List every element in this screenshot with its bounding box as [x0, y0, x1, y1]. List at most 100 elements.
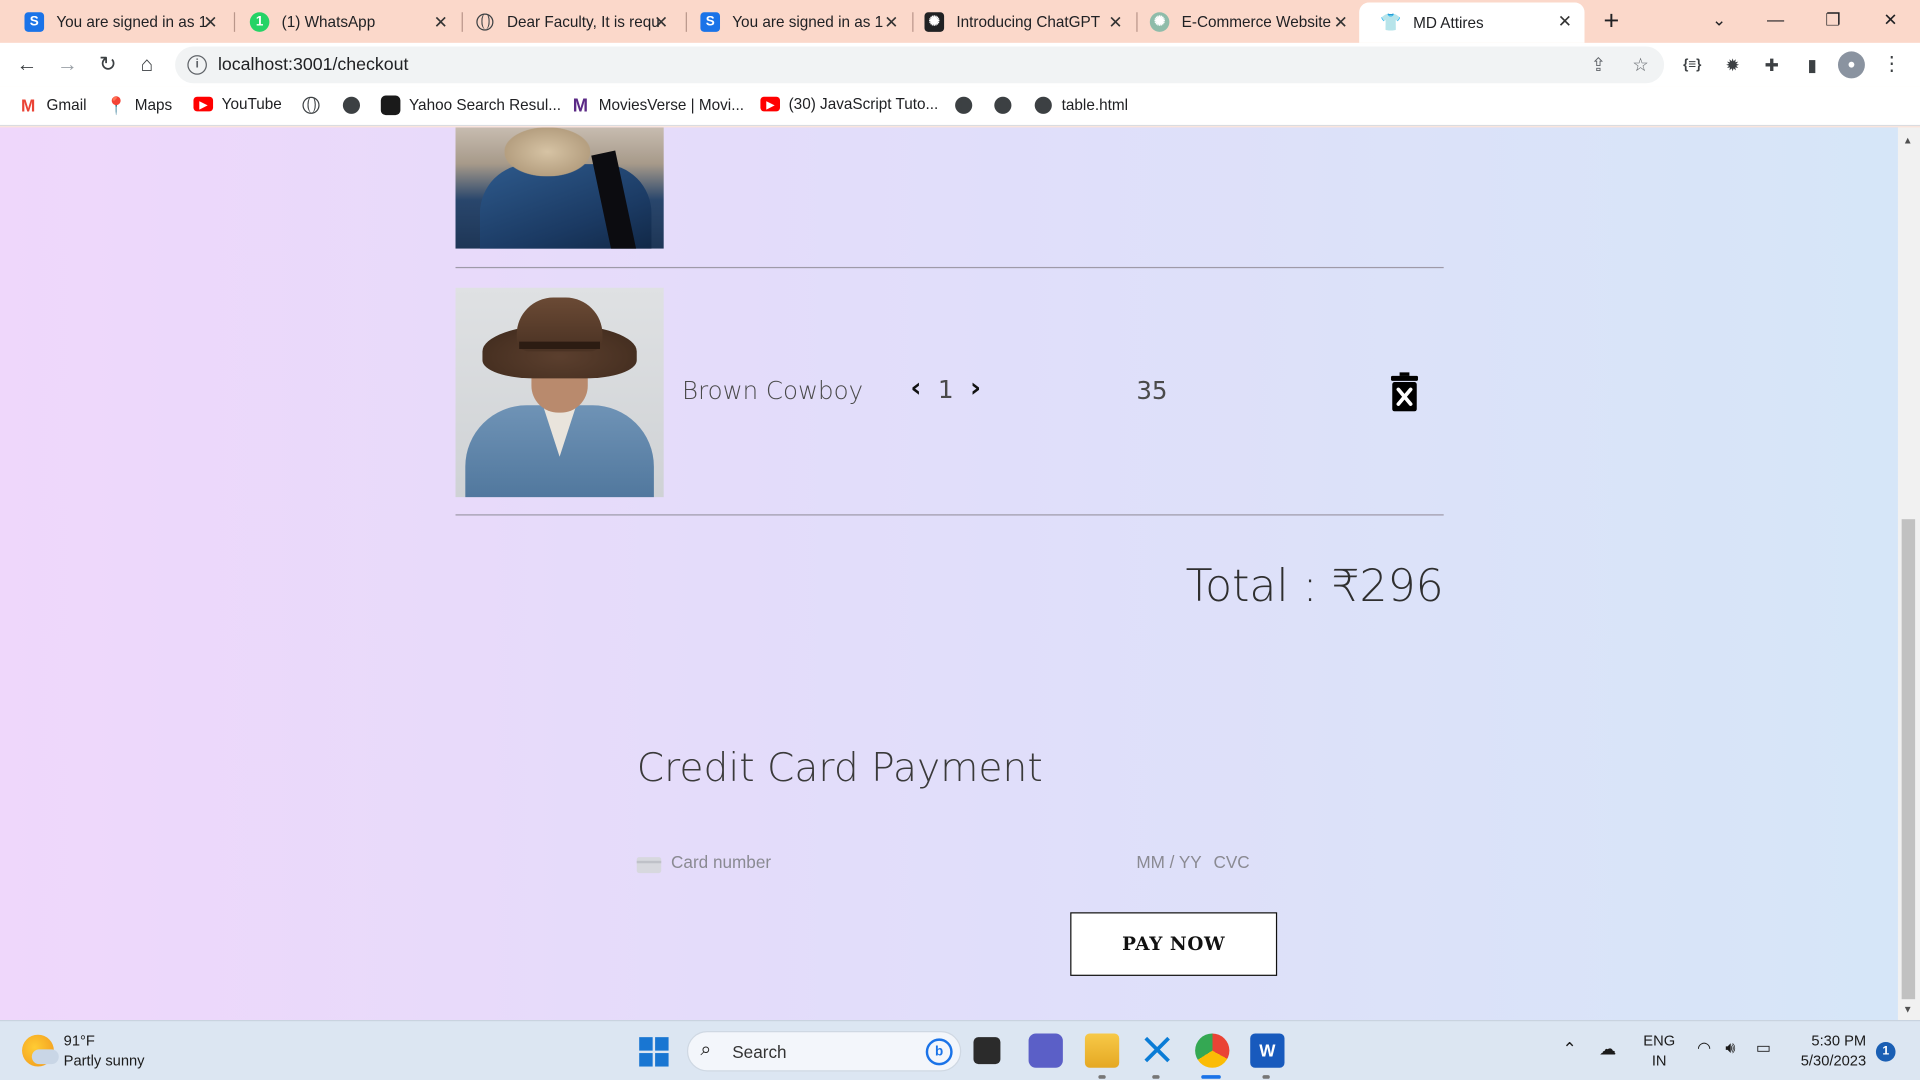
- restore-icon[interactable]: ❐: [1805, 5, 1861, 34]
- checkout-page: Brown Cowboy ‹ 1 › 35 Total : ₹296 Credi…: [0, 127, 1898, 1021]
- taskbar-search[interactable]: ⌕ Search b: [686, 1031, 962, 1072]
- close-tab-icon[interactable]: ✕: [1331, 12, 1351, 32]
- close-tab-icon[interactable]: ✕: [1106, 12, 1126, 32]
- extension-bug-icon[interactable]: ✹: [1719, 51, 1746, 78]
- card-element: [636, 847, 1274, 881]
- show-hidden-icons[interactable]: ⌃: [1562, 1038, 1576, 1059]
- chatgpt-icon: ✺: [1149, 11, 1170, 32]
- language-indicator[interactable]: ENG IN: [1643, 1031, 1675, 1070]
- back-icon[interactable]: ←: [12, 50, 41, 79]
- tab-ecommerce[interactable]: ✺ E-Commerce Website ✕: [1128, 4, 1361, 40]
- address-url[interactable]: localhost:3001/checkout: [218, 55, 409, 75]
- extension-json-icon[interactable]: {≡}: [1679, 51, 1706, 78]
- menu-kebab-icon[interactable]: ⋮: [1878, 51, 1905, 78]
- system-clock[interactable]: 5:30 PM 5/30/2023: [1795, 1031, 1866, 1070]
- tab-signed-in-2[interactable]: S You are signed in as 1 ✕: [678, 4, 911, 40]
- task-view-icon[interactable]: [973, 1037, 1001, 1065]
- close-tab-icon[interactable]: ✕: [431, 12, 451, 32]
- vscode-icon[interactable]: ⨉: [1140, 1033, 1174, 1067]
- tab-dear-faculty[interactable]: Dear Faculty, It is requ ✕: [453, 4, 681, 40]
- quantity-value: 1: [937, 374, 954, 404]
- running-indicator: [1262, 1075, 1270, 1079]
- whatsapp-icon: 1: [249, 11, 270, 32]
- pay-now-button[interactable]: PAY NOW: [1070, 912, 1278, 976]
- bookmark-gmail[interactable]: M Gmail: [18, 96, 87, 116]
- wifi-icon[interactable]: ◠: [1697, 1038, 1711, 1058]
- bookmark-globe-1[interactable]: [301, 96, 329, 116]
- bookmark-globe-3[interactable]: [954, 96, 982, 116]
- bookmark-youtube[interactable]: ▶ YouTube: [193, 96, 282, 113]
- cart-divider: [455, 266, 1444, 269]
- weather-widget[interactable]: 91°F Partly sunny: [22, 1031, 145, 1070]
- openai-icon: ✺: [924, 11, 945, 32]
- cart-total: Total : ₹296: [1185, 562, 1444, 613]
- reload-icon[interactable]: ↻: [93, 50, 122, 79]
- volume-icon[interactable]: 🔊︎: [1725, 1038, 1735, 1058]
- home-icon[interactable]: ⌂: [132, 50, 161, 79]
- file-explorer-icon[interactable]: [1084, 1033, 1120, 1068]
- running-indicator: [1152, 1075, 1160, 1079]
- teams-chat-icon[interactable]: [1028, 1033, 1063, 1068]
- bookmark-javascript-tutorial[interactable]: ▶ (30) JavaScript Tuto...: [760, 96, 938, 113]
- notification-badge[interactable]: 1: [1875, 1042, 1896, 1062]
- cvc-input[interactable]: [1213, 852, 1263, 872]
- close-tab-icon[interactable]: ✕: [201, 12, 221, 32]
- close-tab-icon[interactable]: ✕: [882, 12, 902, 32]
- browser-toolbar: ← → ↻ ⌂ i localhost:3001/checkout ⇪ ☆ {≡…: [0, 42, 1920, 87]
- scroll-up-icon[interactable]: ▲: [1903, 135, 1913, 146]
- share-icon[interactable]: ⇪: [1591, 54, 1606, 76]
- expiry-input[interactable]: [1136, 852, 1203, 872]
- weather-temp: 91°F: [63, 1032, 95, 1050]
- bookmark-table-html[interactable]: table.html: [1033, 96, 1128, 116]
- tab-signed-in-1[interactable]: S You are signed in as 1 ✕: [2, 4, 230, 40]
- scrollbar-thumb[interactable]: [1901, 519, 1916, 1000]
- card-number-input[interactable]: [671, 852, 1125, 872]
- active-indicator: [1201, 1075, 1221, 1079]
- profile-avatar[interactable]: ●: [1837, 51, 1865, 79]
- bookmark-yahoo[interactable]: Yahoo Search Resul...: [380, 95, 561, 116]
- new-tab-button[interactable]: +: [1597, 7, 1626, 36]
- battery-icon[interactable]: ▭: [1756, 1038, 1771, 1058]
- moviesverse-icon: M: [572, 94, 589, 116]
- bing-icon[interactable]: b: [925, 1038, 953, 1066]
- page-scrollbar[interactable]: ▲ ▼: [1897, 127, 1920, 1021]
- payment-title: Credit Card Payment: [636, 744, 1043, 792]
- product-name: Brown Cowboy: [682, 375, 864, 406]
- bookmark-maps[interactable]: 📍 Maps: [106, 95, 172, 116]
- forward-icon[interactable]: →: [53, 50, 82, 79]
- close-tab-icon[interactable]: ✕: [651, 12, 671, 32]
- bookmark-globe-4[interactable]: [993, 96, 1021, 116]
- side-panel-icon[interactable]: ▮: [1799, 51, 1826, 78]
- close-tab-icon[interactable]: ✕: [1555, 11, 1575, 31]
- bookmark-star-icon[interactable]: ☆: [1632, 54, 1648, 76]
- tab-chatgpt[interactable]: ✺ Introducing ChatGPT ✕: [902, 4, 1135, 40]
- windows-start-icon[interactable]: [639, 1037, 669, 1067]
- onedrive-icon[interactable]: ☁: [1599, 1038, 1616, 1059]
- chrome-icon[interactable]: [1195, 1033, 1230, 1068]
- extensions-puzzle-icon[interactable]: ✚: [1758, 51, 1785, 78]
- site-info-icon[interactable]: i: [187, 55, 207, 75]
- decrease-quantity-icon[interactable]: ‹: [906, 373, 926, 404]
- youtube-icon: ▶: [193, 96, 214, 112]
- bookmark-globe-2[interactable]: [342, 96, 370, 116]
- scroll-down-icon[interactable]: ▼: [1903, 1004, 1913, 1015]
- globe-icon: [342, 96, 362, 116]
- globe-icon: [954, 96, 974, 116]
- globe-icon: [301, 96, 321, 116]
- tab-md-attires[interactable]: 👕 MD Attires ✕: [1359, 2, 1585, 43]
- yahoo-icon: [380, 95, 401, 116]
- windows-taskbar: 91°F Partly sunny ⌕ Search b ⨉ W ⌃ ☁ ENG…: [0, 1020, 1920, 1080]
- minimize-icon[interactable]: —: [1747, 5, 1803, 34]
- increase-quantity-icon[interactable]: ›: [966, 373, 986, 404]
- address-bar[interactable]: i localhost:3001/checkout ⇪ ☆: [175, 46, 1665, 84]
- word-icon[interactable]: W: [1250, 1033, 1285, 1068]
- s-icon: S: [24, 11, 45, 32]
- running-indicator: [1098, 1075, 1106, 1079]
- tab-whatsapp[interactable]: 1 (1) WhatsApp ✕: [228, 4, 461, 40]
- delete-item-icon[interactable]: [1390, 372, 1419, 412]
- tab-search-icon[interactable]: ⌄: [1691, 5, 1747, 34]
- bookmark-moviesverse[interactable]: M MoviesVerse | Movi...: [571, 94, 744, 116]
- bookmarks-bar: M Gmail 📍 Maps ▶ YouTube Yahoo Search Re…: [0, 86, 1920, 127]
- close-window-icon[interactable]: ✕: [1862, 5, 1918, 34]
- weather-desc: Partly sunny: [63, 1051, 145, 1069]
